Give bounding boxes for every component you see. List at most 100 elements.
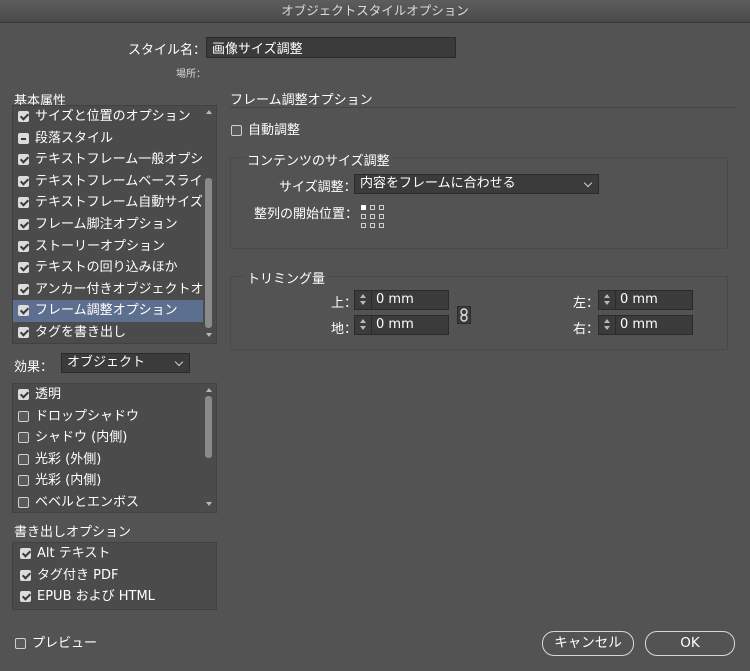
list-item-label: EPUB および HTML [37,589,155,604]
list-item-checkbox[interactable] [18,283,29,295]
list-item-checkbox[interactable] [20,591,31,602]
list-item-checkbox[interactable] [18,453,29,465]
list-item-label: ベベルとエンボス [35,494,140,510]
crop-right-field[interactable]: 0 mm [598,315,693,335]
list-item[interactable]: テキストの回り込みほか [13,257,203,279]
content-fitting-header: コンテンツのサイズ調整 [245,150,392,169]
list-item[interactable]: テキストフレームベースラインオプション [13,171,203,193]
stepper-arrows-icon[interactable] [599,291,616,309]
list-item[interactable]: テキストフレーム自動サイズ調整オプション [13,192,203,214]
crop-bottom-field[interactable]: 0 mm [354,315,449,335]
crop-left-field[interactable]: 0 mm [598,290,693,310]
basic-attributes-list[interactable]: サイズと位置のオプション段落スタイルテキストフレーム一般オプションテキストフレー… [12,105,217,344]
list-item[interactable]: 段落スタイル [13,128,203,150]
list-item[interactable]: タグを書き出し [13,322,203,343]
list-item-checkbox[interactable] [18,432,29,444]
list-item-label: フレーム調整オプション [35,303,178,319]
chevron-down-icon [583,178,593,188]
export-options-list: Alt テキストタグ付き PDF EPUB および HTML [12,542,217,610]
list-item-checkbox[interactable] [18,262,29,274]
list-item-label: 透明 [35,387,62,402]
list-item-label: 光彩 (内側) [35,473,102,489]
align-label: 整列の開始位置： [254,207,359,222]
auto-fit-checkbox[interactable]: 自動調整 [231,119,300,138]
list-item-label: テキストフレームベースラインオプション [35,173,203,189]
auto-fit-checkbox-box[interactable] [231,125,242,136]
scroll-up-icon[interactable] [206,388,212,392]
list-item[interactable]: フレーム調整オプション [13,300,203,322]
crop-right-label: 右： [573,322,600,337]
chevron-down-icon [174,357,184,367]
fitting-label: サイズ調整： [279,180,357,195]
list-item-label: テキストフレーム一般オプション [35,152,203,168]
basic-attributes-scrollbar[interactable] [203,106,215,343]
export-options-header: 書き出しオプション [14,525,132,540]
list-item[interactable]: ドロップシャドウ [13,406,203,428]
link-chain-icon[interactable] [457,306,471,324]
stepper-arrows-icon[interactable] [599,316,616,334]
panel-divider [230,107,735,108]
list-item[interactable]: ベベルとエンボス [13,492,203,512]
window-title: オブジェクトスタイルオプション [0,0,750,23]
list-item[interactable]: EPUB および HTML [13,586,213,608]
list-item-checkbox[interactable] [18,389,29,400]
list-item-checkbox[interactable] [18,326,29,338]
dialog-window: オブジェクトスタイルオプション スタイル名： 場所： 基本属性 サイズと位置のオ… [0,0,750,671]
list-item-checkbox[interactable] [20,548,31,559]
preview-checkbox[interactable]: プレビュー [15,632,97,651]
style-name-input[interactable] [206,37,456,58]
list-item-checkbox[interactable] [18,132,29,144]
crop-left-value: 0 mm [620,292,658,307]
list-item-checkbox[interactable] [18,175,29,187]
scroll-down-icon[interactable] [206,333,212,337]
list-item-checkbox[interactable] [18,305,29,317]
list-item-checkbox[interactable] [18,240,29,252]
preview-label: プレビュー [32,636,98,651]
effects-dropdown[interactable]: オブジェクト [61,353,190,373]
list-item-checkbox[interactable] [18,197,29,209]
scroll-thumb[interactable] [205,396,212,458]
list-item-label: ドロップシャドウ [35,408,140,424]
list-item[interactable]: フレーム脚注オプション [13,214,203,236]
list-item-label: テキストの回り込みほか [35,260,178,276]
list-item-label: 段落スタイル [35,130,114,146]
ok-button[interactable]: OK [645,631,735,656]
list-item-checkbox[interactable] [20,569,31,581]
cancel-button[interactable]: キャンセル [542,631,634,656]
effects-label: 効果： [14,360,54,375]
list-item-label: ストーリーオプション [35,238,166,254]
list-item-label: テキストフレーム自動サイズ調整オプション [35,195,203,211]
list-item-checkbox[interactable] [18,111,29,122]
list-item-checkbox[interactable] [18,218,29,230]
list-item[interactable]: ストーリーオプション [13,236,203,258]
preview-checkbox-box[interactable] [15,638,26,649]
auto-fit-label: 自動調整 [248,123,301,138]
list-item[interactable]: Alt テキスト [13,543,213,565]
scroll-up-icon[interactable] [206,110,212,114]
list-item-checkbox[interactable] [18,475,29,487]
crop-left-label: 左： [573,296,600,311]
list-item[interactable]: タグ付き PDF [13,565,213,587]
list-item[interactable]: テキストフレーム一般オプション [13,149,203,171]
list-item[interactable]: アンカー付きオブジェクトオプション [13,279,203,301]
location-label: 場所： [176,69,206,80]
list-item-checkbox[interactable] [18,496,29,508]
list-item-checkbox[interactable] [18,410,29,422]
crop-top-field[interactable]: 0 mm [354,290,449,310]
stepper-arrows-icon[interactable] [355,316,372,334]
scroll-down-icon[interactable] [206,502,212,506]
stepper-arrows-icon[interactable] [355,291,372,309]
list-item[interactable]: 光彩 (内側) [13,470,203,492]
reference-point-grid-icon[interactable] [361,205,385,229]
list-item[interactable]: シャドウ (内側) [13,427,203,449]
list-item[interactable]: 光彩 (外側) [13,449,203,471]
list-item-label: Alt テキスト [37,546,111,561]
scroll-thumb[interactable] [205,178,212,328]
fitting-dropdown[interactable]: 内容をフレームに合わせる [354,174,599,194]
list-item[interactable]: サイズと位置のオプション [13,106,203,128]
effects-scrollbar[interactable] [203,384,215,512]
list-item[interactable]: 透明 [13,384,203,406]
effects-list[interactable]: 透明ドロップシャドウシャドウ (内側) 光彩 (外側) 光彩 (内側) ベベルとエンボ… [12,383,217,513]
list-item-checkbox[interactable] [18,154,29,166]
crop-amount-header: トリミング量 [245,268,328,287]
